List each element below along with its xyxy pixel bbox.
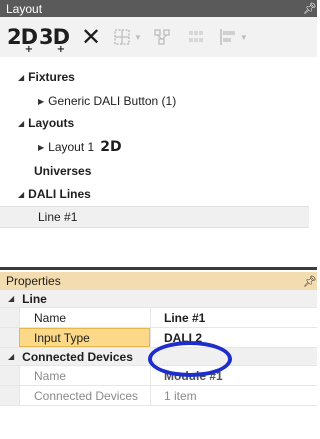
category-connected-devices[interactable]: ◢ Connected Devices	[0, 348, 317, 366]
arrange-icon	[154, 29, 170, 45]
tree-item-fixture[interactable]: ▶ Generic DALI Button (1)	[38, 90, 176, 112]
property-value[interactable]: Line #1	[150, 308, 317, 327]
align-button[interactable]	[214, 24, 242, 50]
tree-item-line-selected[interactable]: Line #1	[0, 206, 309, 228]
grid-button[interactable]	[108, 24, 136, 50]
property-name: Name	[19, 366, 150, 385]
collapsed-triangle-icon[interactable]: ▶	[38, 143, 44, 152]
property-row-connected-devices[interactable]: Connected Devices 1 item	[0, 386, 317, 406]
tree-group-layouts[interactable]: ◢ Layouts	[18, 112, 74, 134]
property-name-highlighted: Input Type	[19, 328, 150, 347]
align-left-icon	[220, 29, 235, 45]
property-name: Connected Devices	[19, 386, 150, 405]
tree-item-label: Layout 1	[48, 140, 95, 154]
layout-2d-badge: 2D	[100, 139, 122, 155]
properties-panel-title: Properties	[6, 274, 61, 288]
category-line[interactable]: ◢ Line	[0, 290, 317, 308]
tree-group-label: Universes	[34, 164, 92, 178]
row-margin	[0, 308, 19, 327]
delete-icon: ✕	[80, 23, 102, 51]
tree-group-universes[interactable]: Universes	[34, 160, 91, 182]
add-3d-layout-button[interactable]: 3D +	[38, 25, 70, 55]
property-name: Name	[19, 308, 150, 327]
layout-panel-title: Layout	[6, 1, 43, 16]
layout-panel-header: Layout 📌︎	[0, 0, 317, 17]
property-row-input-type[interactable]: Input Type DALI 2	[0, 328, 317, 348]
property-value[interactable]: DALI 2	[150, 328, 317, 347]
expanded-triangle-icon[interactable]: ◢	[8, 352, 14, 361]
row-margin	[0, 386, 19, 405]
tree-item-label: Generic DALI Button (1)	[48, 94, 177, 108]
property-value: Module #1	[150, 366, 317, 385]
plus-icon: +	[56, 44, 65, 55]
property-value: 1 item	[150, 386, 317, 405]
distribute-button[interactable]	[182, 24, 210, 50]
pin-icon[interactable]: 📌︎	[303, 275, 317, 288]
add-2d-layout-button[interactable]: 2D +	[6, 25, 38, 55]
row-margin	[0, 366, 19, 385]
property-grid: ◢ Line Name Line #1 Input Type DALI 2 ◢ …	[0, 290, 317, 406]
expanded-triangle-icon[interactable]: ◢	[8, 294, 14, 303]
expanded-triangle-icon[interactable]: ◢	[18, 73, 24, 82]
grid-icon	[114, 29, 130, 45]
layout-tree: ◢ Fixtures ▶ Generic DALI Button (1) ◢ L…	[0, 60, 317, 240]
layout-toolbar: 2D + 3D + ✕ ▼ ▼	[0, 17, 317, 57]
tree-group-dali-lines[interactable]: ◢ DALI Lines	[18, 183, 91, 205]
add-3d-label: 3D	[38, 25, 70, 49]
tree-item-label: Line #1	[38, 210, 78, 224]
add-2d-label: 2D	[6, 25, 38, 49]
category-label: Connected Devices	[22, 349, 133, 364]
tree-item-layout[interactable]: ▶ Layout 1 2D	[38, 136, 122, 158]
properties-panel-header: Properties 📌︎	[0, 272, 317, 290]
tree-group-label: Fixtures	[28, 70, 75, 84]
category-label: Line	[22, 291, 47, 306]
panel-splitter[interactable]	[0, 267, 317, 270]
tree-group-label: DALI Lines	[28, 187, 91, 201]
distribute-icon	[188, 31, 203, 42]
tree-group-label: Layouts	[28, 116, 75, 130]
row-margin	[0, 328, 19, 347]
tree-group-fixtures[interactable]: ◢ Fixtures	[18, 66, 75, 88]
property-row-device-name[interactable]: Name Module #1	[0, 366, 317, 386]
collapsed-triangle-icon[interactable]: ▶	[38, 97, 44, 106]
property-row-name[interactable]: Name Line #1	[0, 308, 317, 328]
delete-button[interactable]: ✕	[76, 23, 106, 51]
expanded-triangle-icon[interactable]: ◢	[18, 190, 24, 199]
plus-icon: +	[24, 44, 33, 55]
arrange-button[interactable]	[148, 24, 176, 50]
pin-icon[interactable]: 📌︎	[303, 2, 317, 15]
expanded-triangle-icon[interactable]: ◢	[18, 119, 24, 128]
